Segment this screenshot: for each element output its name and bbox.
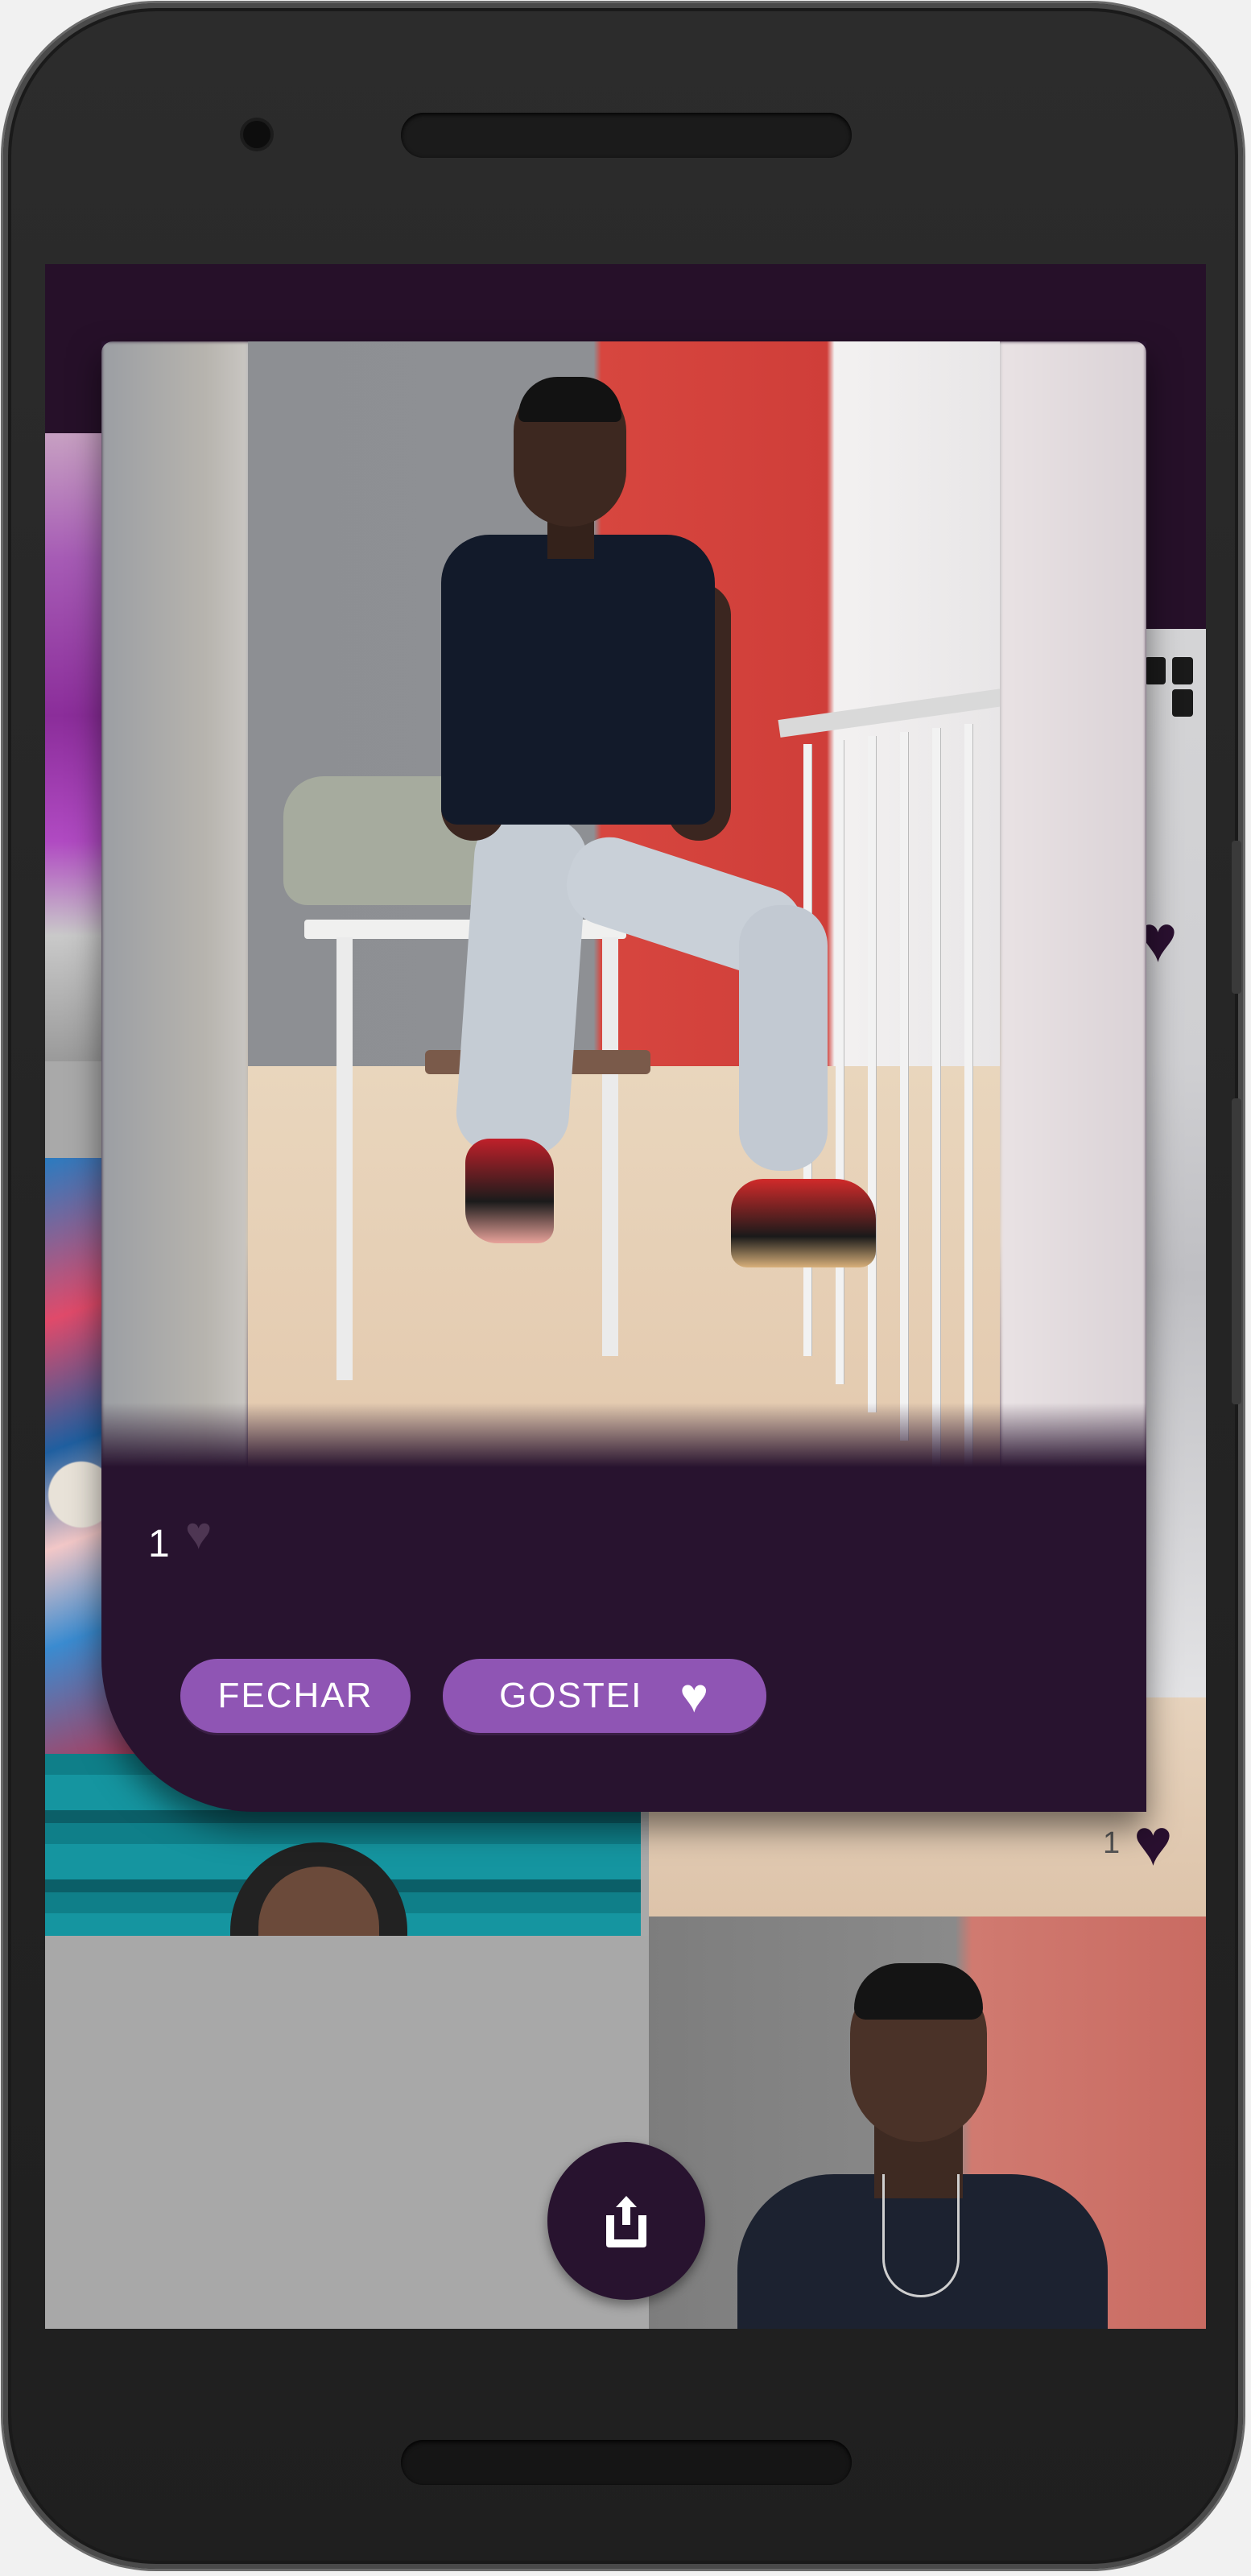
heart-icon: ♥ [679,1668,710,1722]
photo-subject [453,812,590,1159]
earpiece-speaker [401,113,852,158]
heart-icon: ♥ [185,1507,213,1558]
photo-subject [882,2174,960,2297]
like-button[interactable]: GOSTEI ♥ [443,1659,766,1733]
photo-stool [336,937,353,1380]
bottom-speaker [401,2440,852,2485]
volume-button [1232,841,1241,994]
photo-railing [868,736,876,1412]
close-button[interactable]: FECHAR [180,1659,411,1733]
photo-railing [932,728,940,1467]
gallery-tile[interactable] [649,1916,1206,2329]
photo-subject [441,535,715,825]
app-screen: ♥ 1 ♥ 1 ♥ FECHAR GOSTEI ♥ [45,264,1206,2329]
gallery-tile-placeholder [45,1936,649,2329]
share-icon [606,2196,646,2247]
photo-subject [854,1963,983,2020]
photo-subject [739,905,828,1171]
photo-fade [101,1403,1146,1467]
photo-railing [836,740,844,1384]
like-count: 1 [148,1523,170,1565]
tile-like-count: 1 [1103,1826,1121,1860]
heart-icon[interactable]: ♥ [1133,1810,1173,1876]
photo-container [101,341,1146,1467]
photo-railing [900,732,908,1441]
front-camera [243,121,270,148]
like-button-label: GOSTEI [499,1676,643,1715]
photo-railing [964,724,972,1467]
photo-subject [518,377,621,422]
close-button-label: FECHAR [217,1676,374,1715]
photo-stool [602,937,618,1356]
power-button [1232,1098,1241,1404]
photo-subject [731,1179,876,1267]
photo-detail-modal: 1 ♥ FECHAR GOSTEI ♥ [101,341,1146,1812]
photo-subject [465,1139,554,1243]
share-button[interactable] [547,2142,705,2300]
main-photo[interactable] [248,341,1000,1467]
grid-icon[interactable] [1145,657,1195,718]
